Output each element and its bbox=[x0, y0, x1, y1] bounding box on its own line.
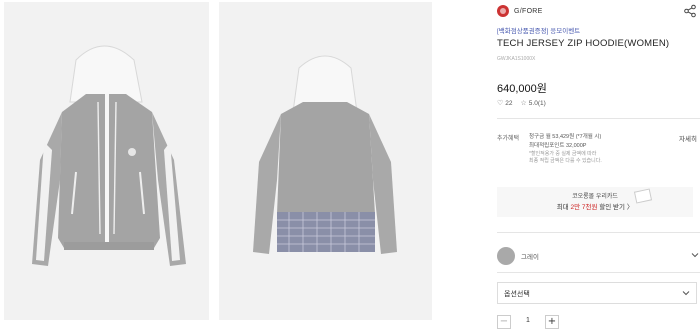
chevron-down-icon bbox=[682, 291, 690, 296]
product-photo-back[interactable] bbox=[219, 2, 432, 320]
product-photo-front[interactable] bbox=[4, 2, 209, 320]
product-info-panel: G/FORE [백화점상품권증정] 응모이벤트 TECH JERSEY ZIP … bbox=[487, 0, 700, 333]
product-gallery bbox=[0, 0, 432, 333]
quantity-decrease-button[interactable]: − bbox=[497, 315, 511, 329]
product-code: GWJKA1S1000X bbox=[497, 56, 536, 62]
card-discount-banner[interactable]: 코오롱몰 우리카드 최대 2만 7천원 할인 받기 〉 bbox=[497, 187, 693, 217]
chevron-right-icon: 〉 bbox=[626, 204, 634, 211]
chevron-down-icon bbox=[691, 253, 699, 258]
offer-amount: 2만 7천원 bbox=[570, 204, 598, 211]
installment-text: 청구금 월 53,429원 (*7개월 시) bbox=[529, 134, 602, 140]
hoodie-back-illustration bbox=[219, 2, 432, 320]
star-icon: ☆ bbox=[520, 100, 527, 107]
divider bbox=[497, 118, 700, 119]
brand-logo[interactable] bbox=[497, 5, 509, 17]
benefit-note-1: *할인적용가 중 실제 금액에 따라 bbox=[529, 151, 597, 157]
benefit-note-2: 최종 적립 금액은 다를 수 있습니다. bbox=[529, 158, 602, 164]
quantity-increase-button[interactable]: + bbox=[545, 315, 559, 329]
product-meta: ♡ 22 ☆ 5.0(1) bbox=[497, 99, 546, 107]
brand-header: G/FORE bbox=[497, 4, 697, 18]
quantity-stepper: − 1 + bbox=[497, 315, 697, 333]
hoodie-front-illustration bbox=[4, 2, 209, 320]
review-rating[interactable]: ☆ 5.0(1) bbox=[521, 99, 546, 107]
likes-value: 22 bbox=[505, 100, 513, 107]
brand-name[interactable]: G/FORE bbox=[514, 8, 543, 15]
promo-event-link[interactable]: [백화점상품권증정] 응모이벤트 bbox=[497, 25, 580, 35]
divider bbox=[497, 232, 700, 233]
option-select-label: 옵션선택 bbox=[504, 291, 530, 298]
heart-icon: ♡ bbox=[497, 100, 504, 107]
offer-prefix: 최대 bbox=[556, 204, 571, 211]
color-swatch[interactable] bbox=[497, 247, 515, 265]
share-icon[interactable] bbox=[683, 4, 697, 18]
option-select[interactable]: 옵션선택 bbox=[497, 282, 697, 304]
benefit-details: 청구금 월 53,429원 (*7개월 시) 최대적립포인트 32,000P *… bbox=[529, 133, 602, 165]
benefit-label: 추가혜택 bbox=[497, 136, 520, 142]
rating-value: 5.0(1) bbox=[528, 100, 546, 107]
banner-offer: 최대 2만 7천원 할인 받기 〉 bbox=[497, 201, 693, 211]
banner-title: 코오롱몰 우리카드 bbox=[572, 194, 618, 200]
points-text: 최대적립포인트 32,000P bbox=[529, 143, 587, 149]
likes-count[interactable]: ♡ 22 bbox=[497, 99, 513, 107]
quantity-value: 1 bbox=[526, 317, 530, 324]
offer-suffix: 할인 받기 bbox=[597, 204, 625, 211]
product-title: TECH JERSEY ZIP HOODIE(WOMEN) bbox=[497, 38, 670, 49]
divider bbox=[497, 272, 700, 273]
color-option[interactable]: 그레이 bbox=[497, 245, 700, 267]
color-name: 그레이 bbox=[521, 254, 539, 261]
product-price: 640,000원 bbox=[497, 83, 547, 95]
benefit-details-link[interactable]: 자세히 bbox=[679, 133, 697, 143]
